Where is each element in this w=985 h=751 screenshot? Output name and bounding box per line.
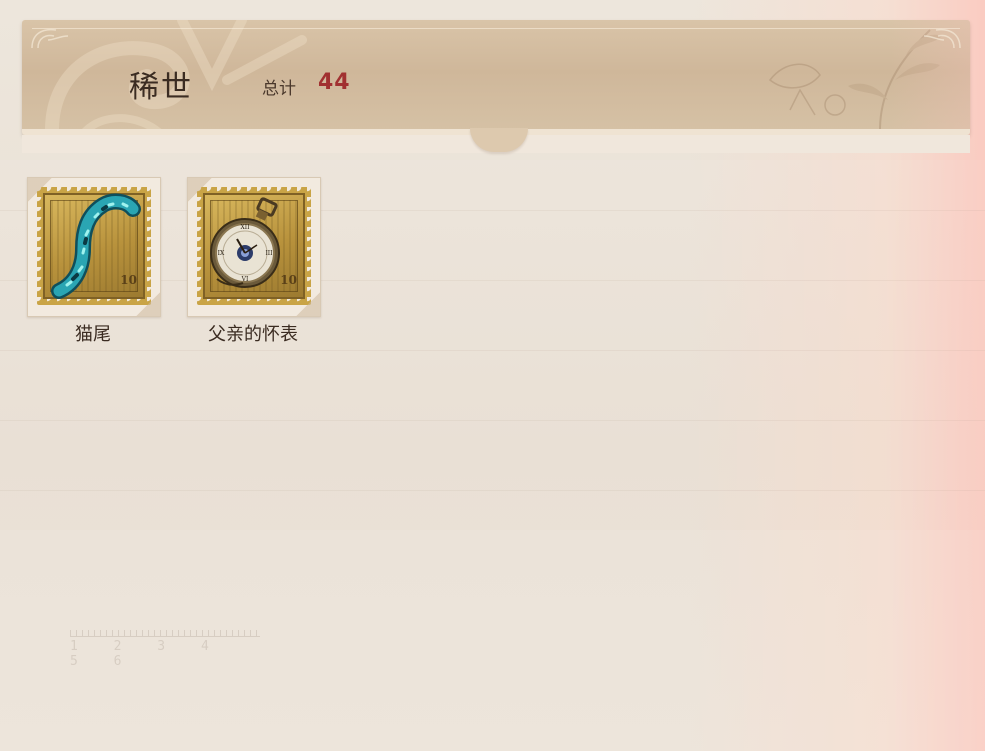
cat-tail-icon [51,193,141,299]
item-name: 猫尾 [75,324,111,345]
divider [0,420,985,421]
pocket-watch-icon: XII III VI IX [210,197,280,288]
category-title: 稀世 [129,70,193,105]
svg-text:XII: XII [240,224,250,231]
stamp-frame: 10 [37,187,151,305]
svg-text:IX: IX [218,250,225,257]
svg-text:III: III [265,250,273,257]
divider [0,350,985,351]
ruler-numbers: 1 2 3 4 5 6 [70,639,223,669]
item-cat-tail[interactable]: 10 猫尾 [27,177,161,345]
corner-ornament-icon [31,28,69,49]
total-label: 总计 [262,79,296,99]
item-name: 父亲的怀表 [208,324,298,345]
ruler-ticks [70,630,260,637]
corner-ornament-icon [923,28,961,49]
stamp-frame: 10 XII III VI IX [197,187,311,305]
total-count: 44 [318,70,351,95]
svg-text:VI: VI [241,276,249,283]
ruler-decoration: 1 2 3 4 5 6 [70,630,260,669]
header-border [32,28,960,29]
item-card[interactable]: 10 [27,177,161,317]
item-pocket-watch[interactable]: 10 XII III VI IX 父亲的怀表 [187,177,321,345]
item-card[interactable]: 10 XII III VI IX [187,177,321,317]
category-header: 稀世 总计 44 [22,20,970,135]
divider [0,490,985,491]
